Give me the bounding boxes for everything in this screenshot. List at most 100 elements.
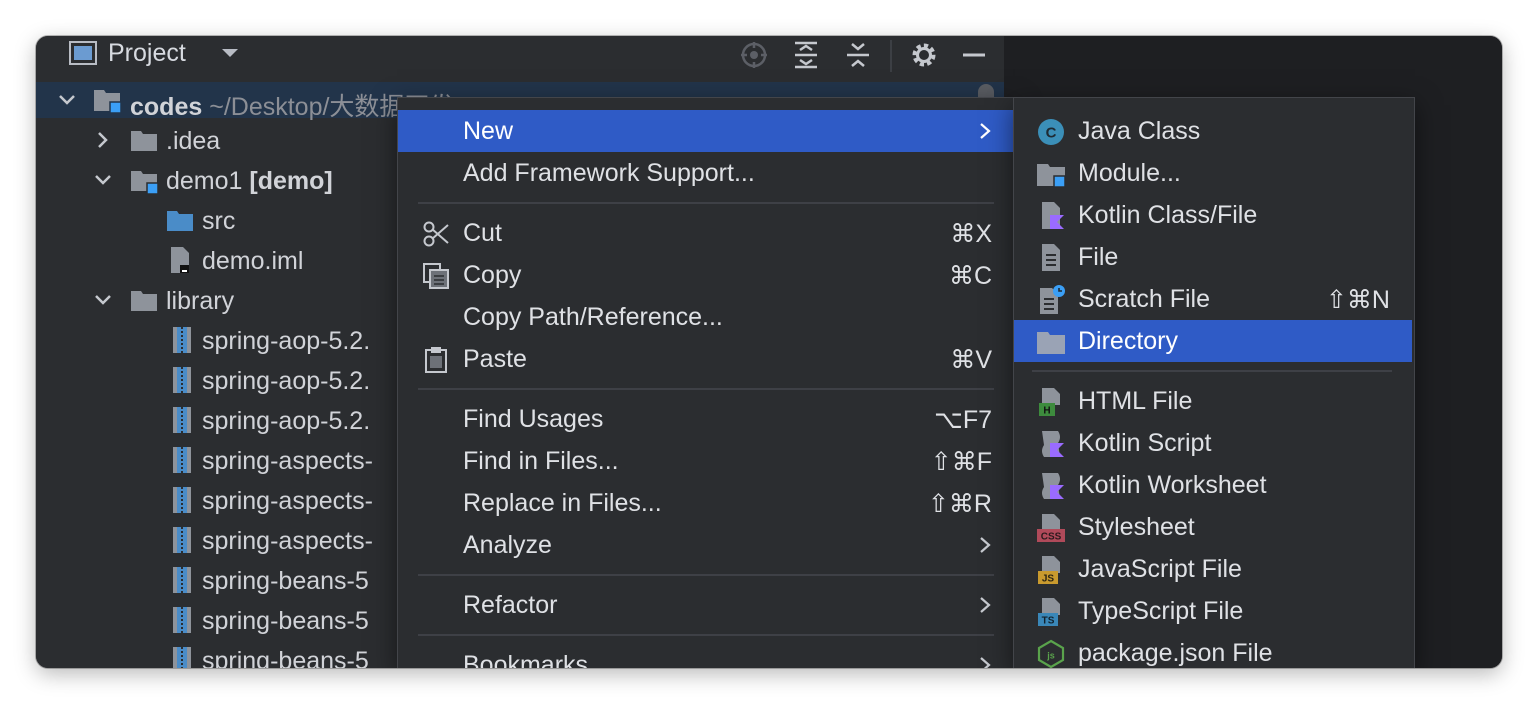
menu-label: Find in Files... <box>463 447 619 475</box>
tree-label: spring-beans-5 <box>202 567 369 595</box>
chevron-down-icon[interactable] <box>92 289 114 311</box>
project-panel-header: Project <box>36 36 1004 74</box>
menu-item-bookmarks[interactable]: Bookmarks <box>398 644 1014 668</box>
chevron-down-icon[interactable] <box>92 169 114 191</box>
submenu-item-html-file[interactable]: H HTML File <box>1014 380 1412 422</box>
submenu-label: JavaScript File <box>1078 555 1242 583</box>
menu-item-refactor[interactable]: Refactor <box>398 584 1014 626</box>
submenu-item-java-class[interactable]: C Java Class <box>1014 110 1412 152</box>
submenu-item-kotlin-class[interactable]: Kotlin Class/File <box>1014 194 1412 236</box>
menu-item-find-usages[interactable]: Find Usages ⌥F7 <box>398 398 1014 440</box>
kotlin-worksheet-icon <box>1042 473 1064 499</box>
tree-label: .idea <box>166 127 221 155</box>
menu-separator <box>418 634 994 636</box>
tree-label: spring-aspects- <box>202 447 373 475</box>
copy-icon <box>423 263 449 289</box>
ts-badge-text: TS <box>1042 616 1055 627</box>
menu-item-find-in-files[interactable]: Find in Files... ⇧⌘F <box>398 440 1014 482</box>
jar-icon <box>173 407 191 433</box>
crosshair-icon[interactable] <box>738 39 770 71</box>
tree-label: library <box>166 287 235 315</box>
menu-label: Add Framework Support... <box>463 159 755 187</box>
chevron-down-icon[interactable] <box>220 46 240 60</box>
tree-label: spring-aspects- <box>202 487 373 515</box>
menu-label: Analyze <box>463 531 552 559</box>
module-badge: [demo] <box>249 167 333 195</box>
menu-item-add-framework-support[interactable]: Add Framework Support... <box>398 152 1014 194</box>
java-badge-text: C <box>1046 125 1057 142</box>
menu-item-cut[interactable]: Cut ⌘X <box>398 212 1014 254</box>
menu-label: Bookmarks <box>463 651 589 668</box>
context-menu: New Add Framework Support... Cut ⌘X Copy… <box>397 97 1015 668</box>
submenu-label: Kotlin Script <box>1078 429 1212 457</box>
chevron-right-icon[interactable] <box>92 129 114 151</box>
jar-icon <box>173 487 191 513</box>
svg-text:js: js <box>1046 651 1055 661</box>
file-icon <box>1042 244 1060 271</box>
scissors-icon <box>423 221 449 247</box>
submenu-label: HTML File <box>1078 387 1193 415</box>
menu-separator <box>418 388 994 390</box>
module-folder-icon <box>94 90 121 114</box>
minimize-icon[interactable] <box>958 39 990 71</box>
submenu-item-stylesheet[interactable]: CSS Stylesheet <box>1014 506 1412 548</box>
menu-label: Cut <box>463 219 502 247</box>
css-file-icon: CSS <box>1037 514 1065 543</box>
tree-label: spring-aop-5.2. <box>202 407 371 435</box>
menu-label: Find Usages <box>463 405 604 433</box>
menu-separator <box>418 202 994 204</box>
submenu-label: Module... <box>1078 159 1181 187</box>
menu-label: Refactor <box>463 591 558 619</box>
clipboard-icon <box>425 347 447 373</box>
javascript-file-icon: JS <box>1038 556 1060 585</box>
module-folder-icon <box>131 171 158 194</box>
menu-shortcut: ⌥F7 <box>934 406 992 434</box>
js-badge-text: JS <box>1042 574 1055 585</box>
jar-icon <box>173 327 191 353</box>
html-file-icon: H <box>1039 388 1060 417</box>
menu-item-copy[interactable]: Copy ⌘C <box>398 254 1014 296</box>
submenu-item-kotlin-script[interactable]: Kotlin Script <box>1014 422 1412 464</box>
java-class-icon: C <box>1038 119 1064 145</box>
panel-title[interactable]: Project <box>108 39 186 68</box>
menu-label: New <box>463 117 514 145</box>
submenu-item-package-json[interactable]: js package.json File <box>1014 632 1412 668</box>
menu-label: Paste <box>463 345 527 373</box>
folder-icon <box>1037 332 1065 354</box>
html-badge-text: H <box>1043 406 1050 417</box>
collapse-all-icon[interactable] <box>842 39 874 71</box>
submenu-item-javascript-file[interactable]: JS JavaScript File <box>1014 548 1412 590</box>
submenu-item-module[interactable]: Module... <box>1014 152 1412 194</box>
submenu-item-directory[interactable]: Directory <box>1014 320 1412 362</box>
menu-shortcut: ⌘V <box>950 346 992 374</box>
tree-label: src <box>202 207 236 235</box>
menu-item-copy-path[interactable]: Copy Path/Reference... <box>398 296 1014 338</box>
menu-separator <box>1032 370 1392 372</box>
submenu-item-typescript-file[interactable]: TS TypeScript File <box>1014 590 1412 632</box>
menu-label: Replace in Files... <box>463 489 662 517</box>
menu-shortcut: ⌘C <box>948 262 992 290</box>
menu-shortcut: ⇧⌘R <box>927 490 992 518</box>
expand-all-icon[interactable] <box>790 39 822 71</box>
submenu-item-scratch-file[interactable]: Scratch File ⇧⌘N <box>1014 278 1412 320</box>
menu-separator <box>418 574 994 576</box>
css-badge-text: CSS <box>1041 532 1062 543</box>
menu-item-replace-in-files[interactable]: Replace in Files... ⇧⌘R <box>398 482 1014 524</box>
toolbar-divider <box>890 40 892 72</box>
tree-label: spring-aop-5.2. <box>202 327 371 355</box>
project-view-icon[interactable] <box>69 41 97 65</box>
menu-item-analyze[interactable]: Analyze <box>398 524 1014 566</box>
menu-item-paste[interactable]: Paste ⌘V <box>398 338 1014 380</box>
source-folder-icon <box>167 211 193 231</box>
gear-icon[interactable] <box>908 39 940 71</box>
menu-item-new[interactable]: New <box>398 110 1014 152</box>
jar-icon <box>173 527 191 553</box>
submenu-label: TypeScript File <box>1078 597 1244 625</box>
menu-label: Copy Path/Reference... <box>463 303 723 331</box>
submenu-item-kotlin-worksheet[interactable]: Kotlin Worksheet <box>1014 464 1412 506</box>
kotlin-file-icon <box>1042 202 1064 229</box>
submenu-item-file[interactable]: File <box>1014 236 1412 278</box>
tree-label: spring-beans-5 <box>202 607 369 635</box>
ide-window: Project codes .idea demo1 [demo] src dem… <box>36 36 1502 668</box>
chevron-down-icon[interactable] <box>56 89 78 111</box>
